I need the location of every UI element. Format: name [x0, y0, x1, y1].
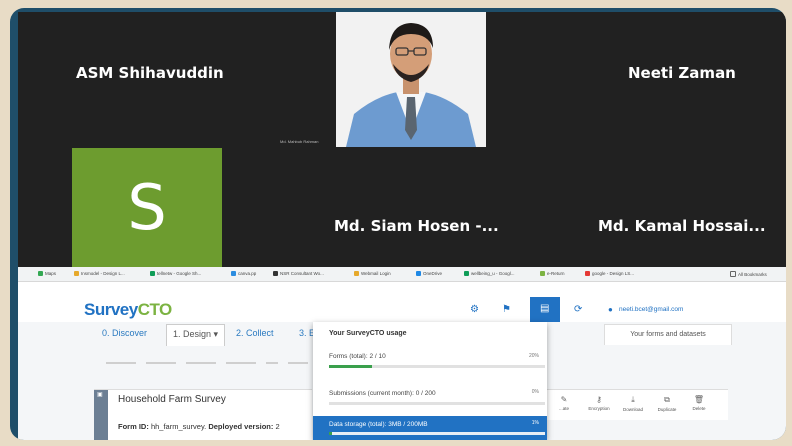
- bookmark-icon: [231, 271, 236, 276]
- submissions-usage-label: Submissions (current month): 0 / 200: [329, 390, 436, 397]
- surveycto-header: SurveyCTO ⚙ ⚑ ▤ ⟳ ● neeti.bcet@gmail.com: [18, 282, 786, 322]
- tab-collect[interactable]: 2. Collect: [236, 328, 274, 338]
- sheets-icon: [464, 271, 469, 276]
- host-video-tile[interactable]: [336, 12, 486, 147]
- storage-usage-pct: 1%: [531, 420, 539, 426]
- notification-icon[interactable]: ⚑: [502, 304, 511, 315]
- host-caption: Md. Mahbub Rahman: [280, 139, 319, 144]
- delete-button[interactable]: 🗑 Delete: [684, 395, 714, 411]
- edit-icon: ✎: [560, 395, 568, 404]
- sheets-icon: [150, 271, 155, 276]
- surveycto-logo[interactable]: SurveyCTO: [84, 300, 172, 320]
- form-card: ▣ Household Farm Survey Form ID: hh_farm…: [94, 389, 312, 440]
- participant-name-2: Neeti Zaman: [628, 64, 736, 82]
- subnav-item[interactable]: [146, 362, 176, 364]
- usage-title: Your SurveyCTO usage: [329, 330, 407, 337]
- storage-usage-label: Data storage (total): 3MB / 200MB: [329, 421, 428, 428]
- all-bookmarks[interactable]: All Bookmarks: [730, 271, 767, 277]
- maps-icon: [38, 271, 43, 276]
- bookmark-item[interactable]: OneDrive: [416, 271, 442, 276]
- tab-discover[interactable]: 0. Discover: [102, 328, 147, 338]
- cloud-icon: [416, 271, 421, 276]
- screen-frame: ASM Shihavuddin Neeti Zaman Md. Mahbub R…: [10, 8, 786, 440]
- storage-usage-bar: [329, 432, 545, 435]
- bookmark-item[interactable]: tellnetw - Google Sh...: [150, 271, 201, 276]
- history-icon[interactable]: ⟳: [574, 304, 582, 315]
- encryption-button[interactable]: ⚷ Encryption: [584, 395, 614, 411]
- download-button[interactable]: ⤓ Download: [618, 395, 648, 412]
- usage-button[interactable]: ▤: [530, 297, 560, 322]
- subnav-item[interactable]: [266, 362, 278, 364]
- form-card-strip: ▣: [94, 390, 108, 440]
- bookmark-item[interactable]: wellbeing_u - Googl...: [464, 271, 515, 276]
- subnav-item[interactable]: [186, 362, 216, 364]
- forms-usage-fill: [329, 365, 373, 368]
- help-icon[interactable]: ⚙: [470, 304, 479, 315]
- subnav-item[interactable]: [226, 362, 256, 364]
- participant-name-3: Md. Siam Hosen -...: [334, 217, 499, 235]
- tab-your-forms[interactable]: Your forms and datasets: [604, 324, 732, 345]
- action-button[interactable]: ✎ ...ate: [549, 395, 579, 411]
- participant-name-4: Md. Kamal Hossai...: [598, 217, 766, 235]
- duplicate-button[interactable]: ⧉ Duplicate: [652, 395, 682, 412]
- bookmark-icon: [273, 271, 278, 276]
- trash-icon: 🗑: [693, 395, 705, 404]
- bookmarks-bar: Maps Insmodel - Design L... tellnetw - G…: [18, 267, 786, 282]
- chart-icon: ▤: [540, 303, 550, 314]
- folder-icon: [730, 271, 736, 277]
- bookmark-icon: [74, 271, 79, 276]
- forms-usage-bar: [329, 365, 545, 368]
- duplicate-icon: ⧉: [664, 395, 670, 404]
- participant-name-1: ASM Shihavuddin: [76, 64, 224, 82]
- subnav-item[interactable]: [288, 362, 308, 364]
- video-meeting-grid: ASM Shihavuddin Neeti Zaman Md. Mahbub R…: [18, 12, 786, 267]
- bookmark-item[interactable]: e-Return: [540, 271, 565, 276]
- shared-browser-screen: Maps Insmodel - Design L... tellnetw - G…: [18, 267, 786, 440]
- avatar-letter: S: [127, 171, 167, 244]
- download-icon: ⤓: [631, 395, 635, 404]
- usage-dropdown: Your SurveyCTO usage Forms (total): 2 / …: [313, 322, 547, 440]
- forms-usage-pct: 20%: [528, 353, 539, 359]
- bookmark-item[interactable]: Maps: [38, 271, 56, 276]
- storage-usage-fill: [329, 432, 333, 435]
- bookmark-item[interactable]: google - Design LS...: [585, 271, 634, 276]
- subnav-item[interactable]: [106, 362, 136, 364]
- host-person-image: [336, 12, 486, 147]
- forms-usage-label: Forms (total): 2 / 10: [329, 353, 386, 360]
- key-icon: ⚷: [596, 395, 602, 404]
- form-meta: Form ID: hh_farm_survey. Deployed versio…: [118, 422, 280, 431]
- bookmark-item[interactable]: NSR Consultant Wo...: [273, 271, 324, 276]
- submissions-usage-bar: [329, 402, 545, 405]
- bookmark-item[interactable]: Webmail Login: [354, 271, 391, 276]
- participant-avatar: S: [72, 148, 222, 267]
- bookmark-icon: [585, 271, 590, 276]
- tab-design[interactable]: 1. Design ▾: [166, 324, 226, 346]
- bookmark-icon: [354, 271, 359, 276]
- user-email-menu[interactable]: neeti.bcet@gmail.com: [619, 306, 683, 313]
- form-icon: ▣: [97, 392, 103, 398]
- bookmark-item[interactable]: canva.pp: [231, 271, 256, 276]
- submissions-usage-pct: 0%: [531, 389, 539, 395]
- bookmark-item[interactable]: Insmodel - Design L...: [74, 271, 125, 276]
- form-title[interactable]: Household Farm Survey: [118, 394, 226, 405]
- bookmark-icon: [540, 271, 545, 276]
- storage-usage-row[interactable]: Data storage (total): 3MB / 200MB 1%: [313, 416, 547, 440]
- user-icon: ●: [608, 305, 613, 314]
